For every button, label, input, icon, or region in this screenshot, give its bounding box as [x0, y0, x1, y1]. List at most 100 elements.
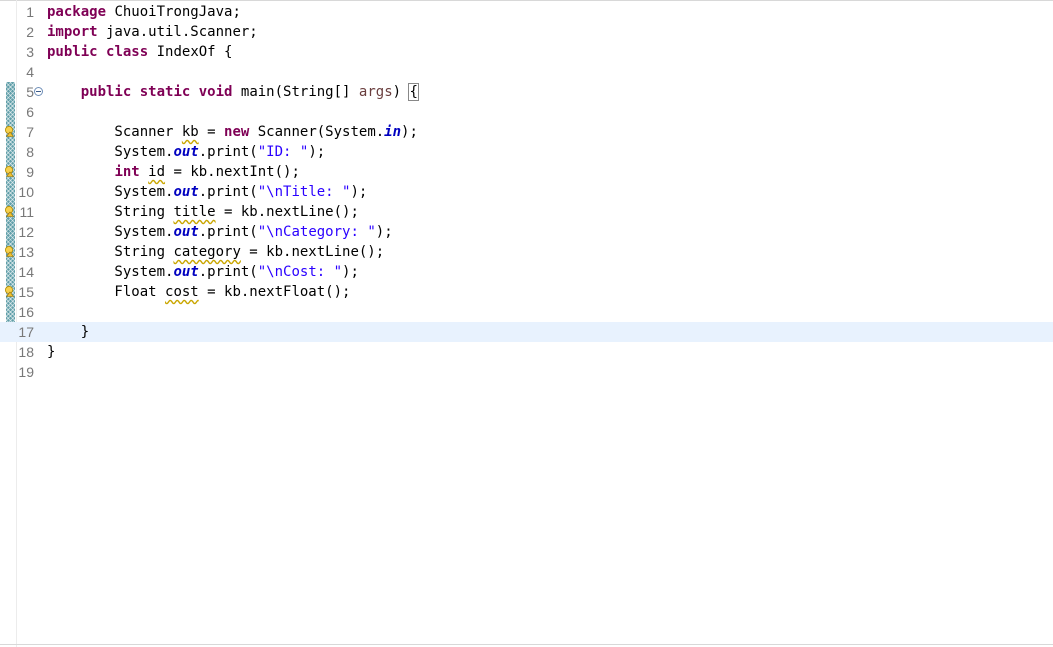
token-plain: .print( [198, 224, 258, 240]
token-kw: import [47, 24, 98, 40]
code-text[interactable]: } [47, 322, 89, 342]
line-number: 11 [19, 204, 34, 220]
code-line-16[interactable]: 16 [0, 302, 1053, 322]
token-plain: String [47, 204, 174, 220]
token-plain: System. [47, 144, 174, 160]
code-line-10[interactable]: 10 System.out.print("\nTitle: "); [0, 182, 1053, 202]
token-plain: ); [342, 264, 359, 280]
token-plain: Float [47, 284, 166, 300]
code-text[interactable]: System.out.print("\nTitle: "); [47, 182, 367, 202]
token-plain: IndexOf { [148, 44, 233, 60]
code-line-15[interactable]: 15 Float cost = kb.nextFloat(); [0, 282, 1053, 302]
code-text[interactable]: String category = kb.nextLine(); [47, 242, 384, 262]
line-number: 3 [26, 44, 34, 60]
token-plain: ); [308, 144, 326, 160]
token-plain: ); [401, 124, 418, 140]
token-plain: } [47, 324, 90, 340]
code-text[interactable]: System.out.print("\nCategory: "); [47, 222, 393, 242]
token-field: in [384, 124, 402, 140]
code-text[interactable]: System.out.print("ID: "); [47, 142, 325, 162]
code-text[interactable]: String title = kb.nextLine(); [47, 202, 359, 222]
token-warn-var: category [173, 244, 241, 260]
token-str: "\nCost: " [257, 264, 343, 280]
code-line-11[interactable]: 11 String title = kb.nextLine(); [0, 202, 1053, 222]
code-line-4[interactable]: 4 [0, 62, 1053, 82]
token-field: out [173, 264, 199, 280]
code-text[interactable]: package ChuoiTrongJava; [47, 2, 241, 22]
token-plain: String [47, 244, 174, 260]
collapse-fold-icon[interactable] [34, 87, 43, 96]
token-bracket: { [408, 83, 419, 101]
token-plain: = kb.nextLine(); [215, 204, 359, 220]
code-line-2[interactable]: 2 import java.util.Scanner; [0, 22, 1053, 42]
code-text[interactable]: public static void main(String[] args) { [47, 82, 419, 102]
code-line-17[interactable]: 17 } [0, 322, 1053, 342]
token-plain: System. [47, 184, 174, 200]
token-plain: System. [47, 224, 174, 240]
code-text[interactable]: public class IndexOf { [47, 42, 232, 62]
token-kw: void [198, 84, 233, 100]
code-text[interactable]: int id = kb.nextInt(); [47, 162, 300, 182]
code-line-13[interactable]: 13 String category = kb.nextLine(); [0, 242, 1053, 262]
token-kw: public [47, 44, 98, 60]
token-kw: class [106, 44, 149, 60]
token-warn-var: title [173, 204, 216, 220]
line-number: 7 [26, 124, 34, 140]
line-number: 9 [26, 164, 34, 180]
token-plain: } [47, 344, 56, 360]
editor-top-border [0, 0, 1053, 1]
token-plain: ); [350, 184, 368, 200]
line-number: 8 [26, 144, 34, 160]
code-text[interactable]: } [47, 342, 55, 362]
token-str: "\nCategory: " [257, 224, 376, 240]
code-text[interactable]: import java.util.Scanner; [47, 22, 258, 42]
token-kw: public [80, 84, 132, 100]
line-number: 2 [26, 24, 34, 40]
java-code-editor[interactable]: 1 package ChuoiTrongJava; 2 import java.uti… [0, 0, 1053, 647]
code-line-9[interactable]: 9 int id = kb.nextInt(); [0, 162, 1053, 182]
code-line-12[interactable]: 12 System.out.print("\nCategory: "); [0, 222, 1053, 242]
code-line-6[interactable]: 6 [0, 102, 1053, 122]
token-field: out [173, 184, 199, 200]
line-number: 19 [18, 364, 34, 380]
code-line-1[interactable]: 1 package ChuoiTrongJava; [0, 2, 1053, 22]
code-line-19[interactable]: 19 [0, 362, 1053, 382]
token-plain: Scanner [47, 124, 182, 140]
token-plain: ); [375, 224, 393, 240]
line-number: 18 [18, 344, 34, 360]
code-text[interactable]: Float cost = kb.nextFloat(); [47, 282, 350, 302]
code-text[interactable]: System.out.print("\nCost: "); [47, 262, 359, 282]
token-plain: main(String[] [232, 84, 359, 100]
token-param: args [358, 84, 393, 100]
token-plain: = kb.nextInt(); [165, 164, 300, 180]
token-plain: .print( [198, 144, 258, 160]
code-line-3[interactable]: 3 public class IndexOf { [0, 42, 1053, 62]
code-text[interactable]: Scanner kb = new Scanner(System.in); [47, 122, 418, 142]
line-number: 12 [18, 224, 34, 240]
token-plain: = kb.nextLine(); [240, 244, 385, 260]
line-number: 10 [18, 184, 34, 200]
token-plain: ) [392, 84, 410, 100]
token-kw: int [114, 164, 140, 180]
token-plain: = [198, 124, 225, 140]
token-kw: static [139, 84, 191, 100]
token-plain: System. [47, 264, 174, 280]
token-str: "\nTitle: " [257, 184, 351, 200]
line-number: 14 [18, 264, 34, 280]
code-line-7[interactable]: 7 Scanner kb = new Scanner(System.in); [0, 122, 1053, 142]
line-number: 6 [26, 104, 34, 120]
code-line-18[interactable]: 18} [0, 342, 1053, 362]
token-plain: .print( [198, 184, 258, 200]
token-warn-var: kb [181, 124, 199, 140]
code-line-14[interactable]: 14 System.out.print("\nCost: "); [0, 262, 1053, 282]
token-plain: ChuoiTrongJava; [106, 4, 241, 20]
token-plain: java.util.Scanner; [97, 24, 258, 40]
token-field: out [173, 144, 199, 160]
code-line-8[interactable]: 8 System.out.print("ID: "); [0, 142, 1053, 162]
code-line-5[interactable]: 5 public static void main(String[] args)… [0, 82, 1053, 102]
token-kw: package [47, 4, 107, 20]
